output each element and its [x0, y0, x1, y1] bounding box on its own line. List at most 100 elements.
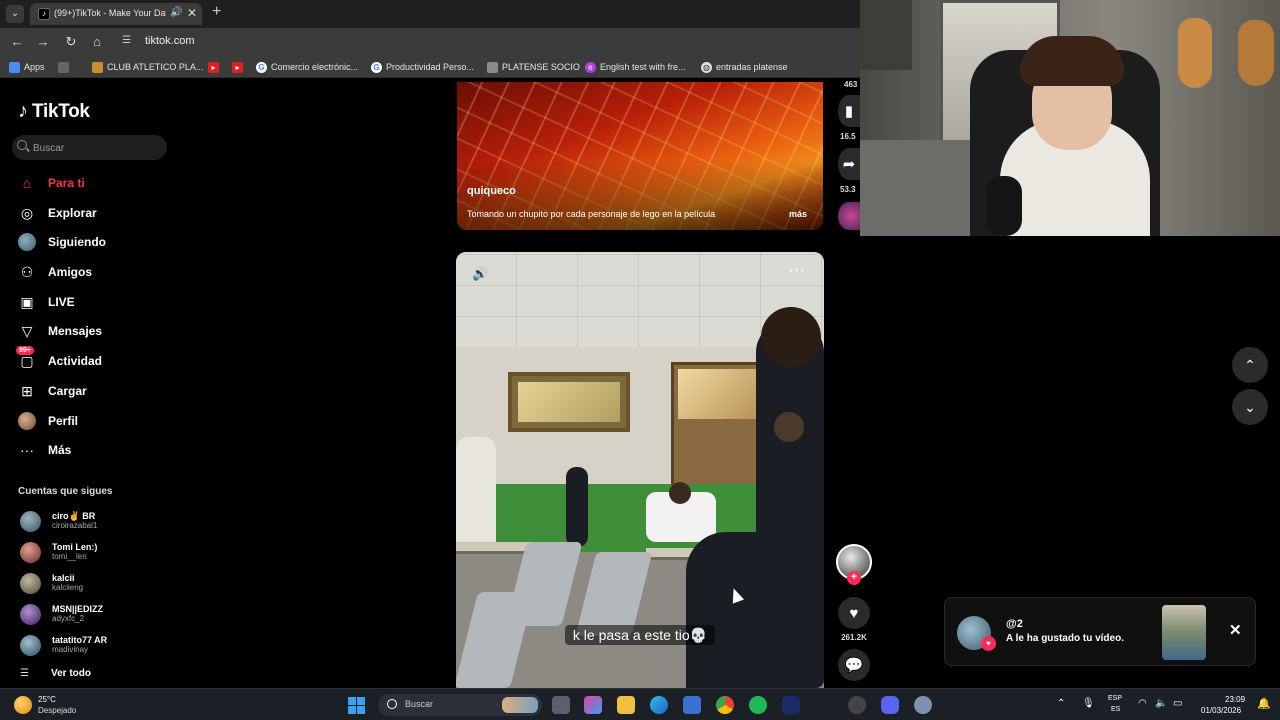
bookmark-icon[interactable]: ▮ — [838, 95, 860, 127]
menu-cargar[interactable]: ⊞ Cargar — [18, 380, 87, 402]
tab-search-icon[interactable]: ⌄ — [6, 5, 24, 23]
wifi-icon[interactable]: ◠ — [1138, 698, 1147, 709]
tiktok-logo[interactable]: ♪ TikTok — [18, 100, 90, 123]
notification-toast[interactable]: ♥ @2 A le ha gustado tu vídeo. ✕ — [944, 597, 1256, 666]
spotify-icon[interactable] — [749, 696, 767, 714]
menu-siguiendo[interactable]: Siguiendo — [18, 231, 106, 253]
browser-tab[interactable]: ♪ (99+)TikTok - Make Your Day 🔊 ✕ — [30, 3, 202, 25]
bookmark-platense-socio[interactable]: PLATENSE SOCIO — [487, 59, 580, 75]
file-explorer-icon[interactable] — [617, 696, 635, 714]
bookmark-grid[interactable] — [58, 59, 69, 75]
bookmark-productivity[interactable]: G Productividad Perso... — [371, 59, 474, 75]
compass-icon: ◎ — [20, 204, 34, 221]
following-account[interactable]: ciro✌️ BR ciroirazabal1 — [20, 509, 97, 533]
club-crest-icon — [92, 61, 103, 73]
following-account[interactable]: tatatito77 AR madivinay — [20, 633, 107, 657]
following-account[interactable]: MSN||EDIZZ adyxfc_2 — [20, 602, 103, 626]
address-bar[interactable]: tiktok.com — [145, 35, 195, 47]
task-view-icon[interactable] — [552, 696, 570, 714]
tab-close-icon[interactable]: ✕ — [187, 6, 197, 20]
bookmark-club[interactable]: CLUB ATLETICO PLA... — [92, 59, 203, 75]
store-icon[interactable] — [683, 696, 701, 714]
site-info-icon[interactable]: ☰ — [122, 35, 131, 46]
bookmarks-bar: Apps CLUB ATLETICO PLA... ▸ ▸ G Comercio… — [0, 56, 860, 78]
video-player[interactable]: 🔊 ··· k le pasa a este tio💀 — [456, 252, 824, 688]
following-account[interactable]: Tomi Len:) tomi__len — [20, 540, 97, 564]
notification-bell-icon[interactable]: 🔔 — [1257, 697, 1271, 710]
keyboard-layout[interactable]: ES — [1111, 706, 1120, 713]
tray-chevron-icon[interactable]: ⌃ — [1057, 698, 1065, 709]
battery-icon[interactable]: ▭ — [1173, 698, 1182, 709]
menu-actividad[interactable]: ▢ 99+ Actividad — [16, 346, 102, 372]
video-menu-icon[interactable]: ··· — [789, 262, 806, 278]
menu-live[interactable]: ▣ LIVE — [18, 291, 74, 313]
previous-video-button[interactable]: ⌃ — [1232, 347, 1268, 383]
copilot-icon[interactable] — [584, 696, 602, 714]
next-creator-avatar[interactable] — [838, 202, 860, 230]
avatar — [20, 603, 41, 625]
menu-perfil[interactable]: Perfil — [18, 410, 78, 432]
bookmark-apps[interactable]: Apps — [9, 59, 45, 75]
app-icon[interactable] — [782, 696, 800, 714]
bookmark-ecommerce[interactable]: G Comercio electrónic... — [256, 59, 358, 75]
search-box[interactable] — [12, 135, 167, 160]
forward-button[interactable]: → — [34, 33, 52, 51]
settings-icon[interactable] — [914, 696, 932, 714]
menu-label: Cargar — [48, 384, 87, 398]
taskbar-search[interactable]: Buscar — [378, 694, 542, 716]
comment-icon[interactable]: 💬 — [838, 649, 870, 681]
back-button[interactable]: ← — [8, 33, 26, 51]
google-icon: G — [371, 61, 382, 73]
reload-button[interactable]: ↻ — [62, 33, 80, 51]
menu-explorar[interactable]: ◎ Explorar — [18, 202, 97, 224]
search-highlight-icon — [502, 697, 538, 713]
volume-icon[interactable]: 🔈 — [1155, 698, 1167, 709]
bookmark-label: Apps — [24, 62, 45, 72]
tab-audio-icon[interactable]: 🔊 — [170, 7, 182, 18]
keyboard-language[interactable]: ESP — [1108, 695, 1122, 702]
webcam-guitar — [1238, 20, 1274, 86]
start-button[interactable] — [348, 697, 365, 714]
bookmark-english-test[interactable]: e English test with fre... — [585, 59, 686, 75]
new-tab-button[interactable]: + — [212, 3, 221, 21]
bookmark-youtube-2[interactable]: ▸ — [232, 59, 243, 75]
bookmark-label: Productividad Perso... — [386, 62, 475, 72]
menu-mensajes[interactable]: ▽ Mensajes — [18, 320, 102, 342]
weather-moon-icon[interactable] — [14, 696, 32, 714]
video-card-previous[interactable]: quiqueco Tomando un chupito por cada per… — [457, 82, 823, 230]
menu-amigos[interactable]: ⚇ Amigos — [18, 261, 92, 283]
clock-date[interactable]: 01/03/2026 — [1201, 706, 1241, 715]
home-icon: ⌂ — [22, 175, 32, 191]
video-author[interactable]: quiqueco — [467, 185, 516, 197]
like-icon[interactable]: ♥ — [838, 597, 870, 629]
share-icon[interactable]: ➦ — [838, 148, 860, 180]
menu-label: Más — [48, 443, 72, 457]
video-description: Tomando un chupito por cada personaje de… — [467, 209, 716, 219]
scene-head — [774, 412, 804, 442]
discord-icon[interactable] — [881, 696, 899, 714]
following-title: Cuentas que sigues — [18, 486, 113, 497]
see-all-link[interactable]: ☰ Ver todo — [20, 668, 91, 679]
search-icon — [387, 699, 397, 709]
notification-thumbnail[interactable] — [1162, 605, 1206, 660]
menu-para-ti[interactable]: ⌂ Para ti — [18, 172, 85, 194]
bookmark-label: PLATENSE SOCIO — [502, 62, 580, 72]
volume-icon[interactable]: 🔊 — [472, 266, 488, 282]
edge-icon[interactable] — [650, 696, 668, 714]
more-link[interactable]: más — [789, 209, 807, 219]
bookmark-youtube-1[interactable]: ▸ — [208, 59, 219, 75]
microphone-icon[interactable]: 🎙 — [1082, 698, 1095, 709]
search-input[interactable] — [33, 141, 163, 155]
obs-icon[interactable] — [848, 696, 866, 714]
chrome-icon[interactable] — [716, 696, 734, 714]
following-account[interactable]: kalcii kalciieng — [20, 571, 83, 595]
webcam-person-hair — [1020, 36, 1124, 86]
clock-time[interactable]: 23:09 — [1225, 695, 1245, 704]
next-video-button[interactable]: ⌄ — [1232, 389, 1268, 425]
menu-mas[interactable]: ··· Más — [18, 439, 71, 461]
close-icon[interactable]: ✕ — [1229, 621, 1242, 639]
bookmark-entradas[interactable]: ◍ entradas platense — [701, 59, 788, 75]
follow-plus-icon[interactable]: + — [847, 571, 861, 585]
home-button[interactable]: ⌂ — [88, 33, 106, 51]
notification-text: A le ha gustado tu vídeo. — [1006, 633, 1124, 644]
